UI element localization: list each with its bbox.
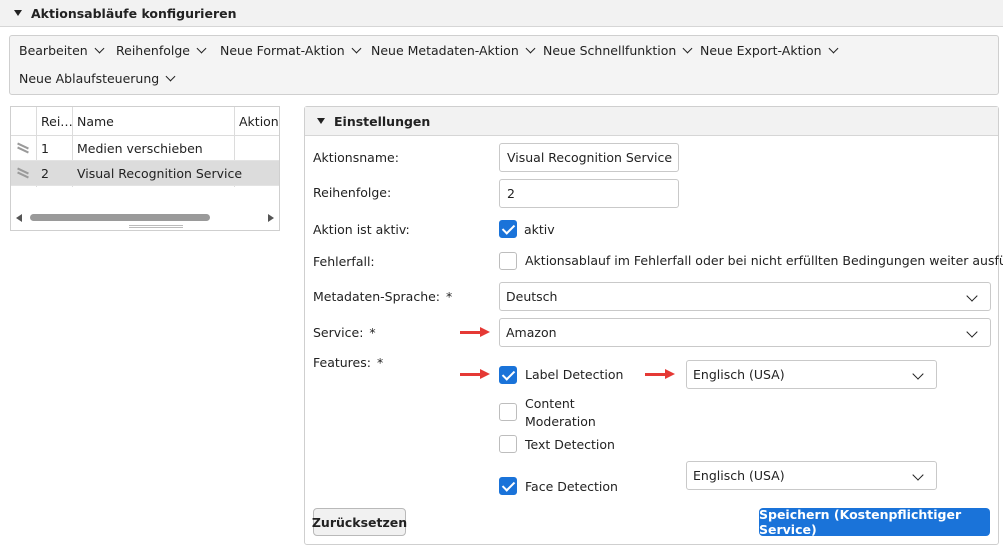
chevron-down-icon (525, 43, 536, 53)
annotation-arrow-icon (460, 327, 490, 337)
action-name-input[interactable]: Visual Recognition Service (499, 143, 679, 172)
column-header-name[interactable]: Name (77, 107, 232, 136)
scroll-left-icon[interactable] (16, 214, 22, 222)
scroll-right-icon[interactable] (268, 214, 274, 222)
column-header-order[interactable]: Rei… (41, 107, 75, 136)
select-value: Deutsch (506, 289, 558, 304)
table-row[interactable]: 1 Medien verschieben (11, 136, 279, 161)
annotation-arrow-icon (645, 369, 675, 379)
feature-face-detection-label: Face Detection (525, 479, 618, 494)
menu-reihenfolge[interactable]: Reihenfolge (116, 39, 207, 61)
menu-neue-metadaten-aktion[interactable]: Neue Metadaten-Aktion (371, 39, 536, 61)
toolbar: Bearbeiten Reihenfolge Neue Format-Aktio… (9, 35, 999, 95)
horizontal-scrollbar[interactable] (11, 209, 279, 225)
actions-grid: Rei… Name Aktions 1 Medien verschieben 2… (10, 106, 280, 231)
reset-button[interactable]: Zurücksetzen (312, 508, 407, 536)
feature-text-detection-checkbox[interactable] (499, 435, 517, 453)
action-name-label: Aktionsname: (313, 150, 399, 165)
settings-header[interactable]: Einstellungen (305, 107, 998, 136)
feature-label-detection-checkbox[interactable] (499, 366, 517, 384)
collapse-triangle-icon (14, 10, 22, 16)
chevron-down-icon (828, 43, 838, 53)
chevron-down-icon (94, 43, 105, 53)
menu-neue-format-aktion[interactable]: Neue Format-Aktion (220, 39, 362, 61)
row-name: Visual Recognition Service (77, 166, 243, 181)
error-continue-checkbox[interactable] (499, 252, 517, 270)
menu-neue-export-aktion[interactable]: Neue Export-Aktion (700, 39, 838, 61)
label-detection-language-select[interactable]: Englisch (USA) (686, 360, 937, 389)
drag-handle-icon[interactable] (16, 167, 30, 179)
menu-neue-ablaufsteuerung[interactable]: Neue Ablaufsteuerung (19, 67, 176, 89)
settings-title: Einstellungen (334, 113, 431, 129)
chevron-down-icon (165, 71, 176, 81)
menu-label: Neue Export-Aktion (700, 42, 822, 58)
error-continue-label: Aktionsablauf im Fehlerfall oder bei nic… (525, 253, 1003, 268)
menu-label: Neue Format-Aktion (220, 42, 345, 58)
table-row-selected[interactable]: 2 Visual Recognition Service (11, 161, 279, 186)
menu-label: Neue Ablaufsteuerung (19, 70, 160, 86)
features-label: Features: * (313, 355, 384, 370)
menu-label: Neue Schnellfunktion (543, 42, 677, 58)
active-label: Aktion ist aktiv: (313, 222, 410, 237)
service-label: Service: * (313, 325, 376, 340)
resize-grip[interactable] (129, 225, 183, 228)
active-checkbox[interactable] (499, 220, 517, 238)
order-label: Reihenfolge: (313, 185, 392, 200)
section-title: Aktionsabläufe konfigurieren (31, 5, 237, 21)
row-order: 2 (41, 166, 49, 181)
menu-bearbeiten[interactable]: Bearbeiten (19, 39, 105, 61)
row-name: Medien verschieben (77, 141, 203, 156)
section-header[interactable]: Aktionsabläufe konfigurieren (0, 0, 1003, 27)
metadata-language-label: Metadaten-Sprache: * (313, 289, 453, 304)
drag-handle-icon[interactable] (16, 142, 30, 154)
active-checkbox-label: aktiv (524, 222, 555, 237)
annotation-arrow-icon (460, 369, 490, 379)
scrollbar-thumb[interactable] (30, 214, 210, 221)
grid-header: Rei… Name Aktions (11, 107, 279, 136)
chevron-down-icon (966, 290, 978, 302)
chevron-down-icon (912, 368, 924, 380)
feature-content-moderation-label-line2: Moderation (525, 414, 596, 429)
menu-label: Neue Metadaten-Aktion (371, 42, 519, 58)
service-select[interactable]: Amazon (499, 318, 991, 347)
chevron-down-icon (966, 326, 978, 338)
select-value: Englisch (USA) (693, 468, 785, 483)
menu-label: Bearbeiten (19, 42, 88, 58)
save-button[interactable]: Speichern (Kostenpflichtiger Service) (759, 507, 990, 537)
chevron-down-icon (912, 469, 924, 481)
menu-neue-schnellfunktion[interactable]: Neue Schnellfunktion (543, 39, 693, 61)
collapse-triangle-icon (317, 118, 325, 124)
column-header-action[interactable]: Aktions (239, 107, 279, 136)
chevron-down-icon (196, 43, 207, 53)
feature-face-detection-checkbox[interactable] (499, 477, 517, 495)
menu-label: Reihenfolge (116, 42, 190, 58)
feature-content-moderation-label-line1: Content (525, 396, 575, 411)
feature-content-moderation-checkbox[interactable] (499, 403, 517, 421)
order-input[interactable]: 2 (499, 179, 679, 208)
select-value: Amazon (506, 325, 557, 340)
select-value: Englisch (USA) (693, 367, 785, 382)
chevron-down-icon (682, 43, 693, 53)
face-detection-language-select[interactable]: Englisch (USA) (686, 461, 937, 490)
chevron-down-icon (351, 43, 362, 53)
error-label: Fehlerfall: (313, 254, 375, 269)
feature-label-detection-label: Label Detection (525, 367, 624, 382)
feature-text-detection-label: Text Detection (525, 437, 615, 452)
row-order: 1 (41, 141, 49, 156)
metadata-language-select[interactable]: Deutsch (499, 282, 991, 311)
